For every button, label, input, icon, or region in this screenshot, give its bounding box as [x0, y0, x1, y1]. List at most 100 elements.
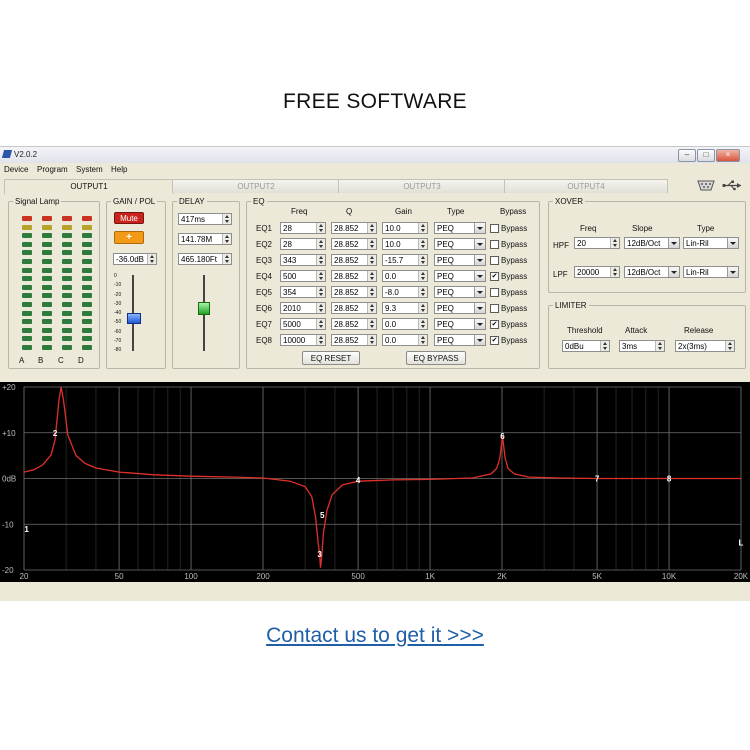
lpf-slope-select[interactable]: 12dB/Oct: [624, 266, 680, 278]
limiter-threshold-spinner[interactable]: [600, 341, 609, 351]
eq7-q-spinner[interactable]: [367, 319, 376, 329]
menu-device[interactable]: Device: [4, 165, 28, 174]
limiter-attack-field[interactable]: 3ms: [619, 340, 665, 352]
tab-output1[interactable]: OUTPUT1: [4, 179, 174, 194]
eq3-q-field[interactable]: 28.852: [331, 254, 377, 266]
eq8-type-dropdown-icon[interactable]: [474, 335, 485, 345]
eq3-gain-spinner[interactable]: [418, 255, 427, 265]
menu-help[interactable]: Help: [111, 165, 127, 174]
lpf-type-select[interactable]: Lin-Ril: [683, 266, 739, 278]
eq3-type-select[interactable]: PEQ: [434, 254, 486, 266]
gain-fader-knob[interactable]: [127, 313, 141, 324]
eq5-type-dropdown-icon[interactable]: [474, 287, 485, 297]
eq5-gain-spinner[interactable]: [418, 287, 427, 297]
eq5-q-spinner[interactable]: [367, 287, 376, 297]
delay-meters-field[interactable]: 141.78M: [178, 233, 232, 245]
eq4-q-field[interactable]: 28.852: [331, 270, 377, 282]
limiter-attack-spinner[interactable]: [655, 341, 664, 351]
eq1-gain-field[interactable]: 10.0: [382, 222, 428, 234]
close-button[interactable]: ×: [716, 149, 740, 162]
hpf-type-select[interactable]: Lin-Ril: [683, 237, 739, 249]
eq2-type-select[interactable]: PEQ: [434, 238, 486, 250]
tab-output4[interactable]: OUTPUT4: [504, 179, 668, 193]
eq5-freq-field[interactable]: 354: [280, 286, 326, 298]
eq1-freq-field[interactable]: 28: [280, 222, 326, 234]
eq4-gain-spinner[interactable]: [418, 271, 427, 281]
eq8-gain-field[interactable]: 0.0: [382, 334, 428, 346]
gain-spinner[interactable]: [147, 254, 156, 264]
hpf-type-dropdown-icon[interactable]: [727, 238, 738, 248]
delay-feet-spinner[interactable]: [222, 254, 231, 264]
eq2-q-spinner[interactable]: [367, 239, 376, 249]
eq-reset-button[interactable]: EQ RESET: [302, 351, 360, 365]
eq8-freq-field[interactable]: 10000: [280, 334, 326, 346]
frequency-response-plot[interactable]: 20 50 100 200 500 1K 2K 5K 10K 20K +20 +10 0dB -10 -20…: [0, 382, 750, 582]
eq3-q-spinner[interactable]: [367, 255, 376, 265]
eq7-q-field[interactable]: 28.852: [331, 318, 377, 330]
eq7-type-dropdown-icon[interactable]: [474, 319, 485, 329]
eq8-freq-spinner[interactable]: [316, 335, 325, 345]
eq7-gain-field[interactable]: 0.0: [382, 318, 428, 330]
limiter-threshold-field[interactable]: 0dBu: [562, 340, 610, 352]
eq1-q-field[interactable]: 28.852: [331, 222, 377, 234]
delay-meters-spinner[interactable]: [222, 234, 231, 244]
eq2-bypass-checkbox[interactable]: [490, 240, 499, 249]
eq8-gain-spinner[interactable]: [418, 335, 427, 345]
limiter-release-spinner[interactable]: [725, 341, 734, 351]
eq2-gain-field[interactable]: 10.0: [382, 238, 428, 250]
eq8-bypass-checkbox[interactable]: ✔: [490, 336, 499, 345]
eq4-gain-field[interactable]: 0.0: [382, 270, 428, 282]
eq3-bypass-checkbox[interactable]: [490, 256, 499, 265]
maximize-button[interactable]: □: [697, 149, 715, 162]
eq6-q-field[interactable]: 28.852: [331, 302, 377, 314]
hpf-freq-field[interactable]: 20: [574, 237, 620, 249]
eq6-type-dropdown-icon[interactable]: [474, 303, 485, 313]
eq7-bypass-checkbox[interactable]: ✔: [490, 320, 499, 329]
serial-port-icon[interactable]: [696, 180, 716, 191]
eq4-freq-spinner[interactable]: [316, 271, 325, 281]
eq6-gain-spinner[interactable]: [418, 303, 427, 313]
eq3-freq-field[interactable]: 343: [280, 254, 326, 266]
eq4-bypass-checkbox[interactable]: ✔: [490, 272, 499, 281]
eq7-type-select[interactable]: PEQ: [434, 318, 486, 330]
delay-fader-knob[interactable]: [198, 301, 210, 315]
lpf-slope-dropdown-icon[interactable]: [668, 267, 679, 277]
eq8-type-select[interactable]: PEQ: [434, 334, 486, 346]
lpf-freq-spinner[interactable]: [610, 267, 619, 277]
minimize-button[interactable]: –: [678, 149, 696, 162]
menu-program[interactable]: Program: [37, 165, 68, 174]
eq5-q-field[interactable]: 28.852: [331, 286, 377, 298]
delay-time-spinner[interactable]: [222, 214, 231, 224]
eq4-type-select[interactable]: PEQ: [434, 270, 486, 282]
eq7-freq-field[interactable]: 5000: [280, 318, 326, 330]
eq3-type-dropdown-icon[interactable]: [474, 255, 485, 265]
eq4-type-dropdown-icon[interactable]: [474, 271, 485, 281]
eq6-freq-field[interactable]: 2010: [280, 302, 326, 314]
frequency-response-chart[interactable]: 20 50 100 200 500 1K 2K 5K 10K 20K +20 +10 0dB -10 -20…: [0, 382, 750, 582]
eq8-q-spinner[interactable]: [367, 335, 376, 345]
eq1-type-dropdown-icon[interactable]: [474, 223, 485, 233]
eq1-freq-spinner[interactable]: [316, 223, 325, 233]
eq-bypass-all-button[interactable]: EQ BYPASS: [406, 351, 466, 365]
eq1-gain-spinner[interactable]: [418, 223, 427, 233]
tab-output2[interactable]: OUTPUT2: [172, 179, 340, 193]
eq7-gain-spinner[interactable]: [418, 319, 427, 329]
eq8-q-field[interactable]: 28.852: [331, 334, 377, 346]
eq5-bypass-checkbox[interactable]: [490, 288, 499, 297]
eq6-gain-field[interactable]: 9.3: [382, 302, 428, 314]
usb-icon[interactable]: [722, 180, 744, 191]
eq5-gain-field[interactable]: -8.0: [382, 286, 428, 298]
eq4-freq-field[interactable]: 500: [280, 270, 326, 282]
eq2-q-field[interactable]: 28.852: [331, 238, 377, 250]
gain-value-field[interactable]: -36.0dB: [113, 253, 157, 265]
eq6-bypass-checkbox[interactable]: [490, 304, 499, 313]
delay-feet-field[interactable]: 465.180Ft: [178, 253, 232, 265]
limiter-release-field[interactable]: 2x(3ms): [675, 340, 735, 352]
eq5-type-select[interactable]: PEQ: [434, 286, 486, 298]
menu-system[interactable]: System: [76, 165, 103, 174]
eq6-type-select[interactable]: PEQ: [434, 302, 486, 314]
delay-time-field[interactable]: 417ms: [178, 213, 232, 225]
eq2-freq-field[interactable]: 28: [280, 238, 326, 250]
lpf-freq-field[interactable]: 20000: [574, 266, 620, 278]
eq2-gain-spinner[interactable]: [418, 239, 427, 249]
